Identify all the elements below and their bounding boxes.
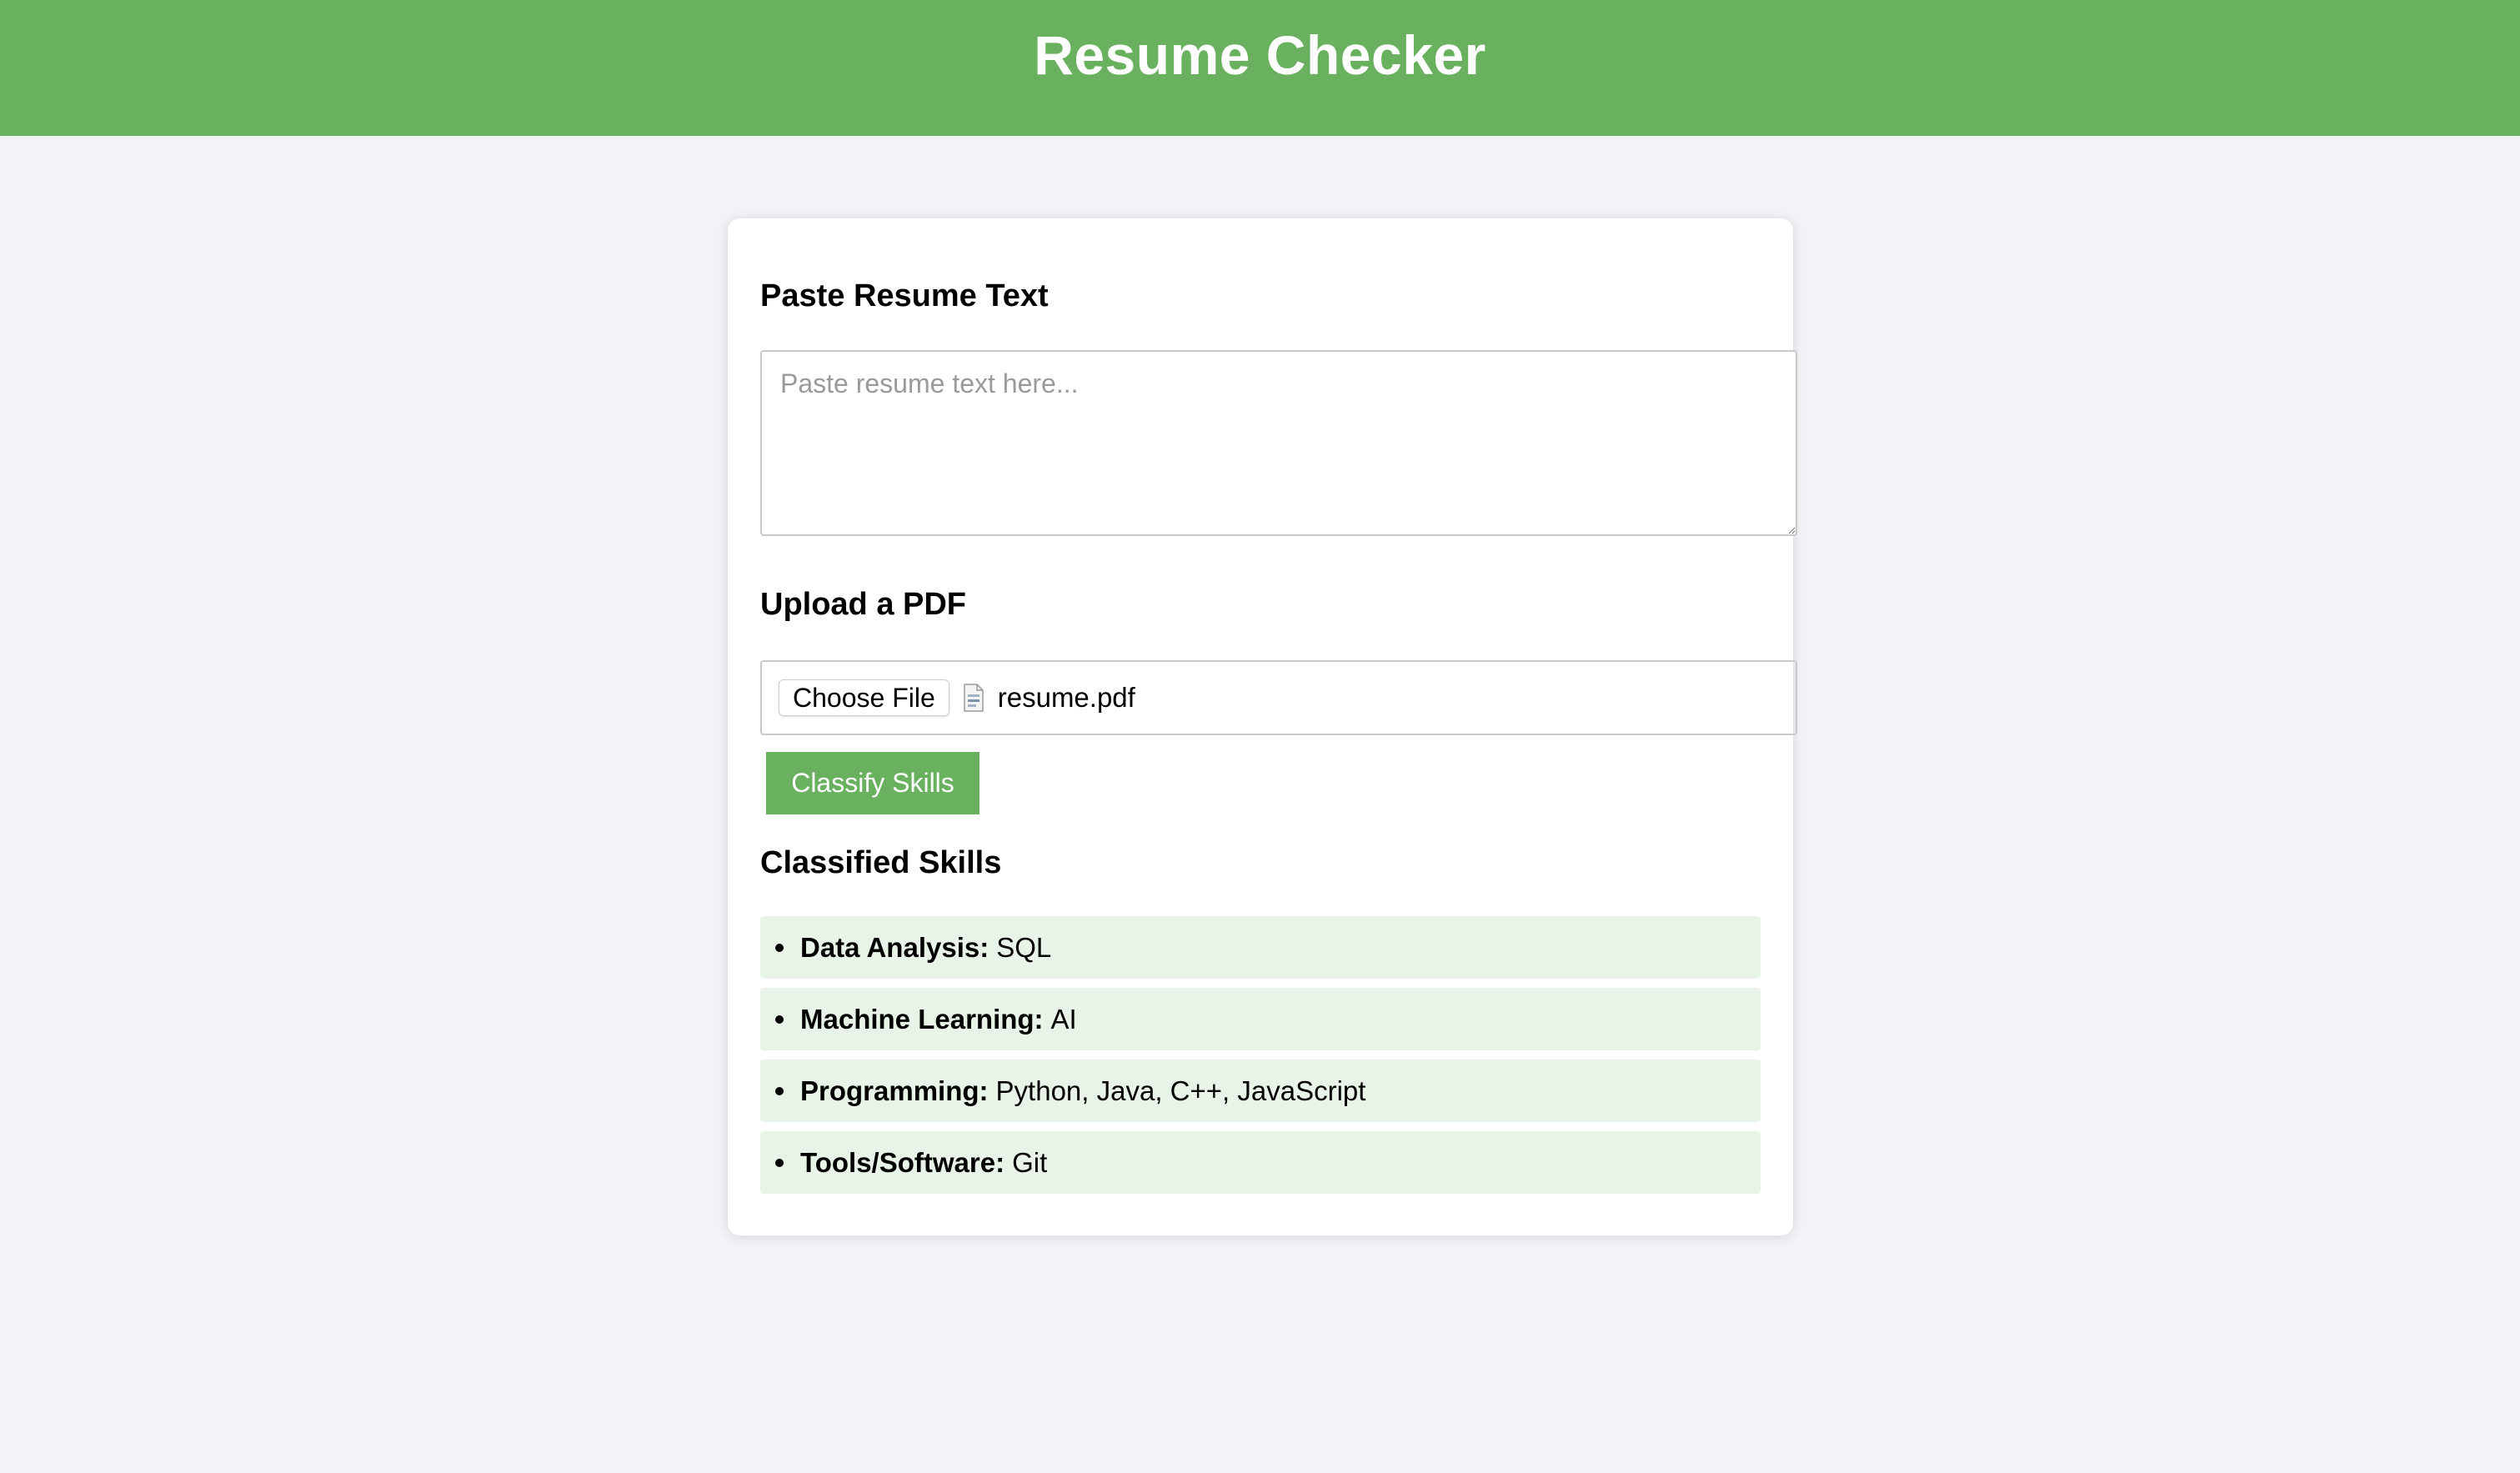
skill-values: AI xyxy=(1050,1003,1077,1035)
skill-category: Machine Learning: xyxy=(800,1003,1044,1035)
skill-item-machine-learning: Machine Learning: AI xyxy=(760,988,1761,1050)
paste-resume-heading: Paste Resume Text xyxy=(760,278,1049,313)
skill-values: SQL xyxy=(996,931,1052,963)
bullet-icon xyxy=(775,943,784,952)
app-header: Resume Checker xyxy=(0,0,2520,136)
pdf-file-input[interactable]: Choose File resume.pdf xyxy=(760,660,1797,735)
skill-category: Programming: xyxy=(800,1075,989,1106)
skill-category: Tools/Software: xyxy=(800,1146,1005,1178)
classified-skills-heading: Classified Skills xyxy=(760,845,1002,880)
selected-file-name: resume.pdf xyxy=(997,682,1135,713)
page-title: Resume Checker xyxy=(1034,24,1486,86)
skill-category: Data Analysis: xyxy=(800,931,989,963)
classified-skills-list: Data Analysis: SQL Machine Learning: AI … xyxy=(760,916,1761,1203)
classify-skills-button[interactable]: Classify Skills xyxy=(766,752,979,814)
bullet-icon xyxy=(775,1086,784,1095)
skill-item-data-analysis: Data Analysis: SQL xyxy=(760,916,1761,979)
skill-item-tools-software: Tools/Software: Git xyxy=(760,1131,1761,1194)
upload-pdf-heading: Upload a PDF xyxy=(760,587,967,622)
choose-file-button[interactable]: Choose File xyxy=(779,679,949,716)
resume-checker-card: Paste Resume Text Upload a PDF Choose Fi… xyxy=(728,218,1797,1235)
pdf-file-icon xyxy=(963,684,984,712)
skill-values: Git xyxy=(1012,1146,1048,1178)
skill-values: Python, Java, C++, JavaScript xyxy=(995,1075,1366,1106)
bullet-icon xyxy=(775,1158,784,1167)
resume-text-input[interactable] xyxy=(760,350,1797,536)
skill-item-programming: Programming: Python, Java, C++, JavaScri… xyxy=(760,1060,1761,1122)
bullet-icon xyxy=(775,1015,784,1024)
